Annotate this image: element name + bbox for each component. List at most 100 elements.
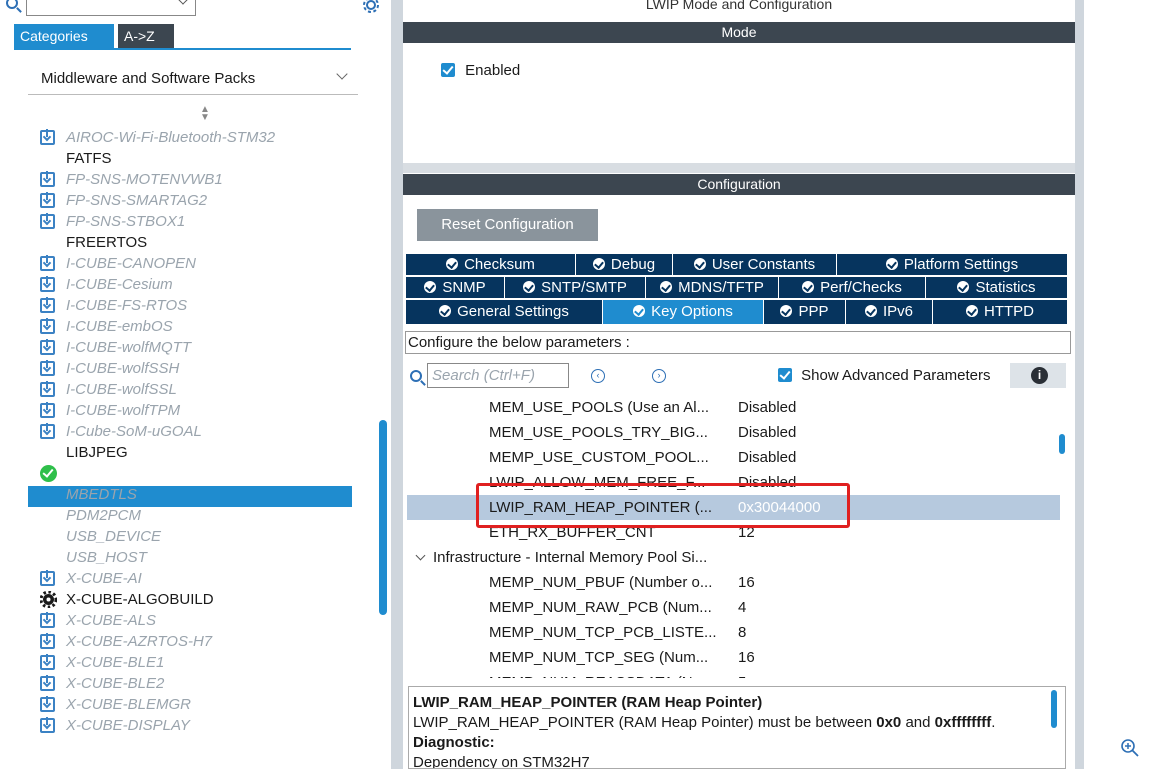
chevron-down-icon[interactable]	[336, 68, 348, 80]
download-icon	[40, 717, 55, 733]
download-icon	[40, 276, 55, 292]
tab-label: HTTPD	[984, 303, 1034, 320]
parameter-row[interactable]: MEM_USE_POOLS_TRY_BIG... Disabled	[407, 420, 1060, 445]
download-icon	[40, 318, 55, 334]
check-circle-icon	[633, 305, 646, 317]
description-body: LWIP_RAM_HEAP_POINTER (RAM Heap Pointer)…	[413, 714, 873, 731]
download-icon	[40, 360, 55, 376]
check-circle-icon	[780, 305, 793, 317]
description-period: .	[991, 714, 996, 731]
chevron-down-icon[interactable]	[415, 550, 426, 561]
component-search-input[interactable]	[26, 0, 196, 16]
configuration-header-text: Configuration	[697, 176, 781, 192]
enabled-checkbox[interactable]	[441, 63, 455, 77]
config-tabs-row-1: Checksum Debug User Constants Platform Sett…	[406, 254, 1068, 275]
parameter-row[interactable]: MEMP_NUM_PBUF (Number o... 16	[407, 570, 1060, 595]
tab-sntp-smtp[interactable]: SNTP/SMTP	[505, 277, 646, 298]
tab-snmp[interactable]: SNMP	[406, 277, 505, 298]
scroll-up-down-icon[interactable]: ▲ ▼	[200, 105, 210, 123]
window-title-text: LWIP Mode and Configuration	[645, 0, 833, 12]
parameter-name: MEMP_NUM_RAW_PCB (Num...	[489, 599, 712, 616]
tab-label: Checksum	[464, 256, 535, 273]
tab-a-to-z[interactable]: A->Z	[118, 24, 174, 48]
tab-statistics[interactable]: Statistics	[926, 277, 1068, 298]
parameter-search-placeholder: Search (Ctrl+F)	[432, 367, 535, 384]
parameter-row[interactable]: MEMP_USE_CUSTOM_POOL... Disabled	[407, 445, 1060, 470]
diagnostic-text: Dependency on STM32H7	[413, 754, 590, 769]
download-icon	[40, 129, 55, 145]
show-advanced-row[interactable]: Show Advanced Parameters	[778, 367, 990, 384]
check-circle-icon	[660, 281, 673, 293]
category-dropdown[interactable]: Middleware and Software Packs	[28, 64, 358, 92]
parameter-value: 8	[738, 624, 747, 641]
download-icon	[40, 696, 55, 712]
tree-item-label: FP-SNS-SMARTAG2	[66, 192, 208, 209]
tab-httpd[interactable]: HTTPD	[933, 300, 1068, 324]
search-previous-button[interactable]: ‹	[591, 369, 605, 383]
tab-debug[interactable]: Debug	[576, 254, 673, 275]
download-icon	[40, 654, 55, 670]
tree-item-label: I-CUBE-embOS	[66, 318, 173, 335]
parameter-row[interactable]: MEMP_NUM_REASSDATA (N... 5	[407, 670, 1060, 678]
search-next-button[interactable]: ›	[652, 369, 666, 383]
parameter-value: 5	[738, 670, 746, 678]
panel-splitter[interactable]	[391, 0, 403, 769]
gear-icon[interactable]	[362, 0, 380, 14]
show-advanced-checkbox[interactable]	[778, 368, 792, 382]
tab-user-constants[interactable]: User Constants	[673, 254, 837, 275]
check-circle-icon	[592, 258, 605, 270]
tab-ppp[interactable]: PPP	[764, 300, 846, 324]
parameter-value: Disabled	[738, 399, 797, 416]
description-min: 0x0	[876, 714, 902, 731]
tab-az-label: A->Z	[124, 28, 155, 44]
download-icon	[40, 570, 55, 586]
tab-label: SNTP/SMTP	[541, 279, 627, 296]
chevron-down-icon[interactable]	[177, 0, 189, 5]
show-advanced-label: Show Advanced Parameters	[801, 367, 991, 384]
tab-perf-checks[interactable]: Perf/Checks	[779, 277, 926, 298]
info-button[interactable]: i	[1010, 363, 1066, 388]
check-circle-icon	[693, 258, 706, 270]
parameter-value: 4	[738, 599, 747, 616]
highlight-box	[476, 483, 850, 528]
parameter-row[interactable]: MEMP_NUM_TCP_SEG (Num... 16	[407, 645, 1060, 670]
description-scrollbar[interactable]	[1051, 690, 1057, 728]
parameter-name: MEMP_NUM_PBUF (Number o...	[489, 574, 713, 591]
download-icon	[40, 633, 55, 649]
config-tabs-row-2: SNMP SNTP/SMTP MDNS/TFTP Perf/Checks Statist…	[406, 277, 1068, 298]
description-text: LWIP_RAM_HEAP_POINTER (RAM Heap Pointer)…	[413, 713, 1061, 733]
reset-configuration-button[interactable]: Reset Configuration	[417, 209, 598, 241]
tree-item-label: X-CUBE-AZRTOS-H7	[66, 633, 213, 650]
configure-parameters-label: Configure the below parameters :	[408, 334, 630, 351]
enabled-label: Enabled	[465, 62, 521, 79]
tree-item-label: FP-SNS-MOTENVWB1	[66, 171, 223, 188]
download-icon	[40, 213, 55, 229]
tab-general-settings[interactable]: General Settings	[406, 300, 603, 324]
zoom-in-icon[interactable]	[1120, 738, 1140, 758]
mode-header-text: Mode	[721, 24, 757, 40]
check-circle-icon	[966, 305, 978, 317]
tab-categories[interactable]: Categories	[14, 24, 114, 48]
tab-checksum[interactable]: Checksum	[406, 254, 576, 275]
tab-underline	[14, 48, 351, 50]
parameter-group-row[interactable]: Infrastructure - Internal Memory Pool Si…	[407, 545, 1060, 570]
parameter-search-input[interactable]: Search (Ctrl+F)	[427, 363, 569, 388]
category-dropdown-label: Middleware and Software Packs	[41, 70, 256, 87]
tab-platform-settings[interactable]: Platform Settings	[837, 254, 1068, 275]
tab-label: IPv6	[882, 303, 913, 320]
tab-ipv6[interactable]: IPv6	[846, 300, 933, 324]
tab-label: Platform Settings	[903, 256, 1019, 273]
parameter-row[interactable]: MEM_USE_POOLS (Use an Al... Disabled	[407, 395, 1060, 420]
parameter-row[interactable]: MEMP_NUM_RAW_PCB (Num... 4	[407, 595, 1060, 620]
tab-mdns-tftp[interactable]: MDNS/TFTP	[646, 277, 779, 298]
parameter-value: Disabled	[738, 424, 797, 441]
download-icon	[40, 297, 55, 313]
enabled-checkbox-row[interactable]: Enabled	[441, 62, 520, 79]
parameter-value: 16	[738, 574, 755, 591]
parameter-row[interactable]: MEMP_NUM_TCP_PCB_LISTE... 8	[407, 620, 1060, 645]
left-scrollbar[interactable]	[379, 420, 387, 615]
parameter-value: 16	[738, 649, 755, 666]
search-icon[interactable]	[6, 0, 18, 9]
parameter-list-scrollbar[interactable]	[1059, 434, 1065, 454]
tab-key-options[interactable]: Key Options	[603, 300, 764, 324]
